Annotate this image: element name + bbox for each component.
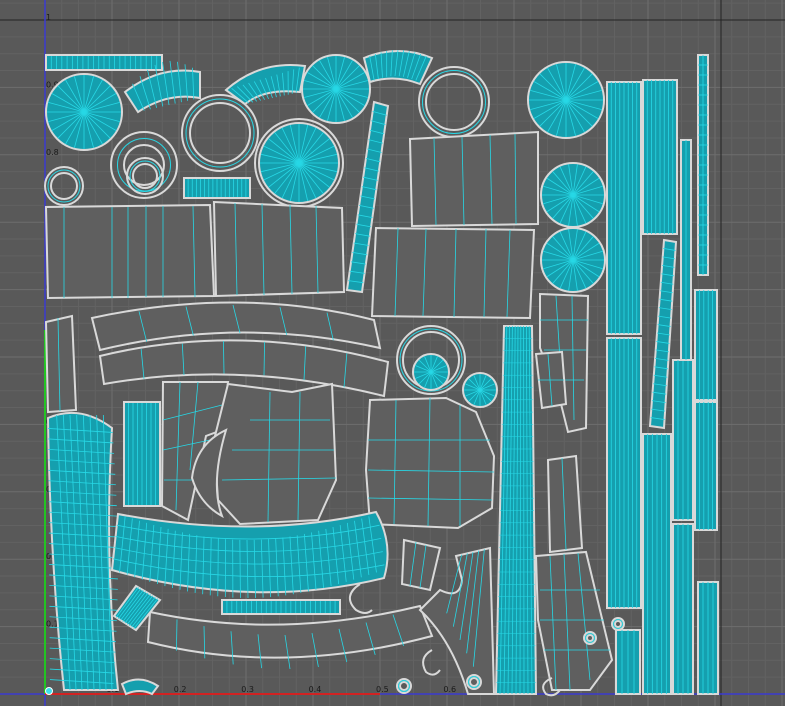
v-axis-label: 1 <box>46 13 51 22</box>
uv-island-arc-strip-3[interactable] <box>362 49 434 86</box>
uv-island-disc-small-b[interactable] <box>462 372 498 408</box>
uv-island-disc-mid[interactable] <box>258 122 340 204</box>
uv-island-hook-a[interactable] <box>349 583 373 614</box>
uv-island-tall-strip-h[interactable] <box>694 401 718 531</box>
uv-island-bottom-curved-band[interactable] <box>146 604 434 670</box>
uv-island-small-rect-right[interactable] <box>534 350 568 410</box>
uv-editor-viewport[interactable]: 10.90.80.70.60.50.40.30.20.1 0.10.20.30.… <box>0 0 785 706</box>
uv-island-left-narrow[interactable] <box>44 314 78 414</box>
uv-island-narrow-right[interactable] <box>546 454 584 554</box>
uv-island-shield-left[interactable] <box>212 382 338 526</box>
uv-island-ring-small[interactable] <box>44 166 84 206</box>
u-axis-label: 0.3 <box>241 685 254 694</box>
uv-island-short-strip-b[interactable] <box>697 581 719 695</box>
uv-island-disc-right-low[interactable] <box>540 227 606 293</box>
uv-island-hook-b[interactable] <box>422 649 441 676</box>
uv-canvas[interactable]: 10.90.80.70.60.50.40.30.20.1 0.10.20.30.… <box>0 0 785 706</box>
uv-island-tall-strip-g[interactable] <box>694 289 718 401</box>
uv-island-vertical-block[interactable] <box>123 401 161 507</box>
uv-island-bottom-strip[interactable] <box>221 599 341 615</box>
u-axis-label: 0.4 <box>309 685 322 694</box>
u-axis-label: 0.2 <box>174 685 187 694</box>
uv-island-tiny-ring-d[interactable] <box>396 678 412 694</box>
uv-island-tall-strip-d[interactable] <box>642 433 672 695</box>
uv-island-tall-strip-c[interactable] <box>606 337 642 609</box>
u-axis-label: 0.5 <box>376 685 389 694</box>
uv-island-left-curved-grid[interactable] <box>46 411 120 691</box>
u-axis-labels: 0.10.20.30.40.50.60.7 <box>106 685 523 694</box>
u-axis-label: 0.6 <box>443 685 456 694</box>
uv-island-disc-large-left[interactable] <box>45 73 123 151</box>
uv-island-panel-mid-right[interactable] <box>370 226 536 320</box>
uv-island-curved-grid-bottom[interactable] <box>110 510 389 599</box>
uv-island-tall-strip-b[interactable] <box>642 79 678 235</box>
origin-dot <box>45 687 53 695</box>
uv-island-tall-strip-e[interactable] <box>672 359 694 521</box>
uv-island-disc-small-a[interactable] <box>412 353 450 391</box>
uv-island-lower-right-block[interactable] <box>534 550 614 691</box>
v-axis-label: 0.8 <box>46 148 59 157</box>
uv-island-panel-upper-right[interactable] <box>408 130 539 228</box>
uv-island-tall-strip-a[interactable] <box>606 81 642 335</box>
uv-island-small-quad[interactable] <box>400 538 442 592</box>
uv-island-disc-right-mid[interactable] <box>540 162 606 228</box>
uv-island-disc-right-top[interactable] <box>527 61 605 139</box>
uv-island-small-strip[interactable] <box>183 177 251 199</box>
uv-island-short-strip-a[interactable] <box>615 629 641 695</box>
uv-island-ring-c[interactable] <box>181 94 259 172</box>
uv-island-tall-strip-f[interactable] <box>672 523 694 695</box>
uv-island-panel-center[interactable] <box>212 200 346 298</box>
uv-island-top-strip[interactable] <box>45 54 163 71</box>
uv-island-tiny-ring-b[interactable] <box>611 617 625 631</box>
uv-island-disc-top-center[interactable] <box>301 54 371 124</box>
uv-island-tall-taper[interactable] <box>494 325 538 695</box>
uv-island-small-arc-bottom[interactable] <box>120 678 160 696</box>
uv-island-ring-d[interactable] <box>418 66 490 138</box>
uv-island-panel-left[interactable] <box>44 203 216 300</box>
uv-island-thin-strip-a[interactable] <box>697 54 709 276</box>
uv-island-thin-strip-b[interactable] <box>680 139 692 361</box>
uv-island-shield-right[interactable] <box>364 396 496 530</box>
